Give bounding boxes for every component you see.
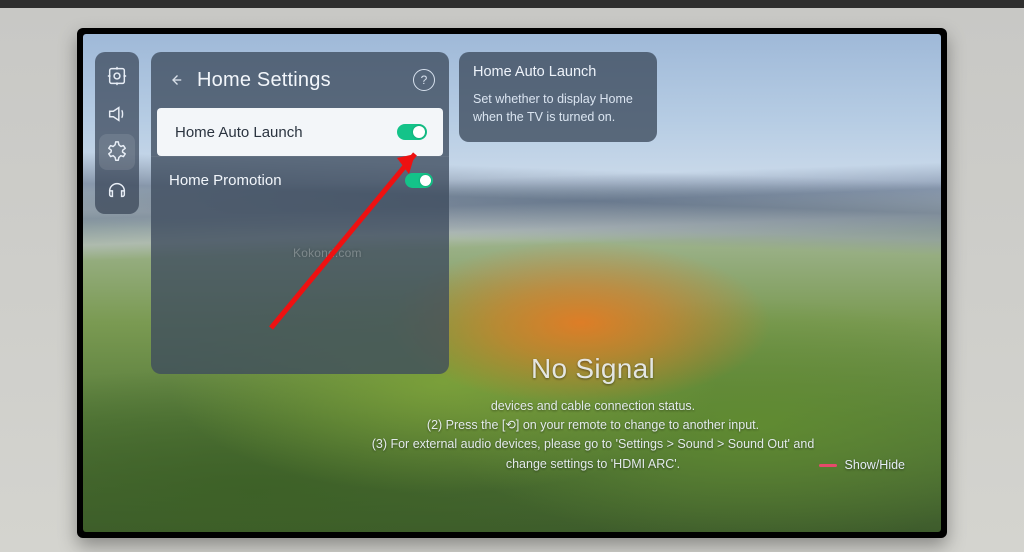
watermark: Kokond.com bbox=[293, 246, 362, 260]
red-bar-icon bbox=[819, 464, 837, 467]
support-icon[interactable] bbox=[99, 172, 135, 208]
show-hide-hint[interactable]: Show/Hide bbox=[819, 458, 905, 472]
quick-settings-rail bbox=[95, 52, 139, 214]
no-signal-line: (2) Press the [⟲] on your remote to chan… bbox=[273, 416, 913, 435]
no-signal-line: change settings to 'HDMI ARC'. bbox=[273, 455, 913, 474]
tv-frame: Home Settings ? Home Auto Launch Home Pr… bbox=[77, 28, 947, 538]
no-signal-line: (3) For external audio devices, please g… bbox=[273, 435, 913, 454]
info-card: Home Auto Launch Set whether to display … bbox=[459, 52, 657, 142]
help-icon[interactable]: ? bbox=[413, 69, 435, 91]
tv-screen: Home Settings ? Home Auto Launch Home Pr… bbox=[83, 34, 941, 532]
toggle-home-promotion[interactable] bbox=[405, 173, 433, 188]
settings-panel: Home Settings ? Home Auto Launch Home Pr… bbox=[151, 52, 449, 374]
sound-icon[interactable] bbox=[99, 96, 135, 132]
setting-row-home-auto-launch[interactable]: Home Auto Launch bbox=[157, 108, 443, 156]
picture-icon[interactable] bbox=[99, 58, 135, 94]
wall-background: Home Settings ? Home Auto Launch Home Pr… bbox=[0, 0, 1024, 552]
setting-row-home-promotion[interactable]: Home Promotion bbox=[151, 156, 449, 204]
panel-header: Home Settings ? bbox=[151, 52, 449, 108]
no-signal-line: devices and cable connection status. bbox=[273, 397, 913, 416]
setting-row-label: Home Auto Launch bbox=[175, 124, 303, 141]
info-card-body: Set whether to display Home when the TV … bbox=[473, 90, 643, 126]
panel-title: Home Settings bbox=[197, 69, 403, 92]
no-signal-overlay: No Signal devices and cable connection s… bbox=[273, 347, 913, 474]
show-hide-label: Show/Hide bbox=[845, 458, 905, 472]
toggle-home-auto-launch[interactable] bbox=[397, 124, 427, 140]
setting-row-label: Home Promotion bbox=[169, 172, 282, 189]
settings-icon[interactable] bbox=[99, 134, 135, 170]
info-card-title: Home Auto Launch bbox=[473, 64, 643, 80]
back-icon[interactable] bbox=[165, 71, 187, 89]
no-signal-title: No Signal bbox=[273, 347, 913, 390]
